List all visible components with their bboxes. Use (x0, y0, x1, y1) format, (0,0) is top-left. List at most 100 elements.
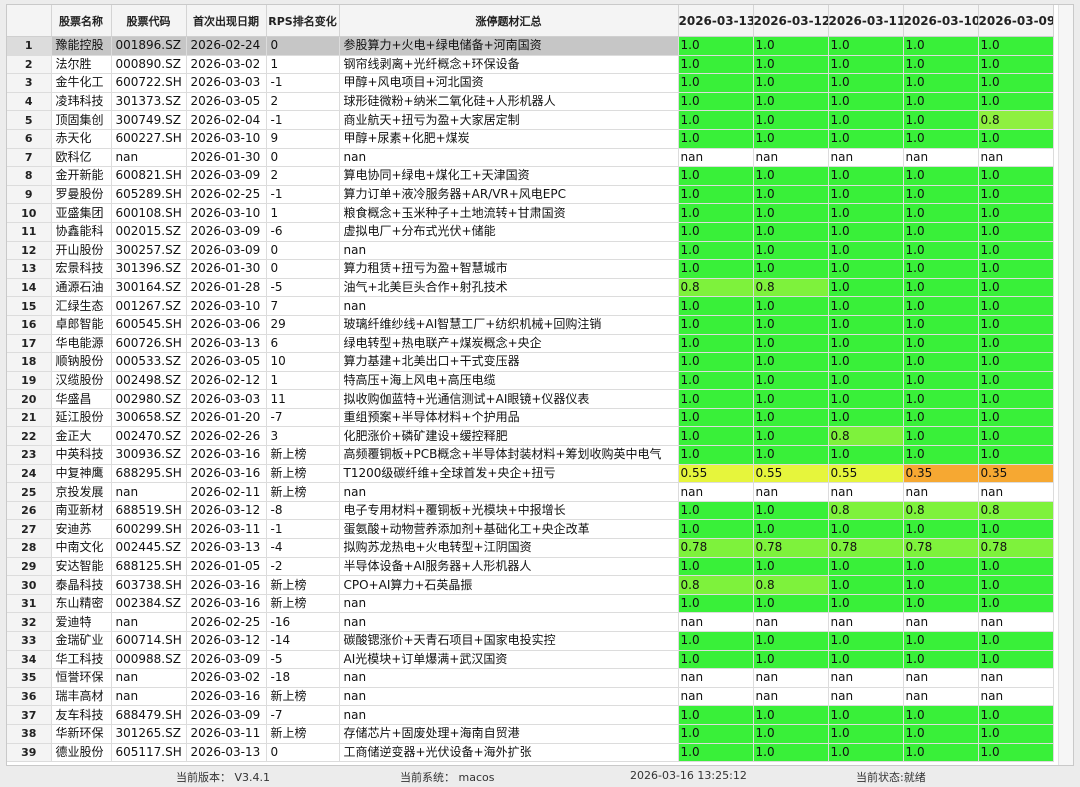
score-cell[interactable]: 1.0 (903, 315, 979, 335)
rps-change-cell[interactable]: -8 (266, 501, 340, 521)
stock-code-cell[interactable]: 600722.SH (111, 73, 187, 93)
score-cell[interactable]: 0.78 (678, 538, 754, 558)
score-cell[interactable]: 1.0 (978, 557, 1054, 577)
stock-name-cell[interactable]: 德业股份 (51, 743, 112, 763)
theme-cell[interactable]: 半导体设备+AI服务器+人形机器人 (339, 557, 679, 577)
stock-code-cell[interactable]: 300164.SZ (111, 278, 187, 298)
score-cell[interactable]: nan (903, 687, 979, 707)
theme-cell[interactable]: 存储芯片+固废处理+海南自贸港 (339, 724, 679, 744)
first-date-cell[interactable]: 2026-02-24 (186, 36, 267, 56)
first-date-cell[interactable]: 2026-03-10 (186, 296, 267, 316)
score-cell[interactable]: 1.0 (678, 129, 754, 149)
theme-cell[interactable]: 工商储逆变器+光伏设备+海外扩张 (339, 743, 679, 763)
score-cell[interactable]: nan (978, 148, 1054, 168)
rps-change-cell[interactable]: 10 (266, 352, 340, 372)
score-cell[interactable]: 1.0 (978, 334, 1054, 354)
rps-change-cell[interactable]: 新上榜 (266, 445, 340, 465)
column-header[interactable]: 股票代码 (111, 5, 187, 37)
stock-name-cell[interactable]: 华电能源 (51, 334, 112, 354)
score-cell[interactable]: 1.0 (978, 129, 1054, 149)
stock-code-cell[interactable]: 600227.SH (111, 129, 187, 149)
rps-change-cell[interactable]: 3 (266, 426, 340, 447)
rps-change-cell[interactable]: -7 (266, 408, 340, 428)
theme-cell[interactable]: nan (339, 687, 679, 707)
score-cell[interactable]: 1.0 (903, 352, 979, 372)
score-cell[interactable]: 0.8 (753, 575, 829, 595)
stock-name-cell[interactable]: 中复神鹰 (51, 464, 112, 484)
first-date-cell[interactable]: 2026-03-03 (186, 389, 267, 409)
rps-change-cell[interactable]: 1 (266, 203, 340, 223)
score-cell[interactable]: 1.0 (678, 408, 754, 428)
table-row[interactable]: 8 金开新能 600821.SH 2026-03-09 2 算电协同+绿电+煤化工+天津国… (7, 166, 1054, 186)
stock-name-cell[interactable]: 汇绿生态 (51, 296, 112, 316)
stock-name-cell[interactable]: 华工科技 (51, 650, 112, 670)
score-cell[interactable]: 1.0 (978, 519, 1054, 540)
stock-name-cell[interactable]: 开山股份 (51, 241, 112, 261)
score-cell[interactable]: 1.0 (903, 278, 979, 298)
table-row[interactable]: 38 华新环保 301265.SZ 2026-03-11 新上榜 存储芯片+固废处理+海南… (7, 724, 1054, 744)
theme-cell[interactable]: 绿电转型+热电联产+煤炭概念+央企 (339, 334, 679, 354)
score-cell[interactable]: 1.0 (828, 743, 904, 763)
first-date-cell[interactable]: 2026-02-12 (186, 371, 267, 391)
theme-cell[interactable]: nan (339, 148, 679, 168)
first-date-cell[interactable]: 2026-01-30 (186, 259, 267, 279)
table-row[interactable]: 22 金正大 002470.SZ 2026-02-26 3 化肥涨价+磷矿建设+缓控释肥 1… (7, 426, 1054, 447)
score-cell[interactable]: 1.0 (978, 92, 1054, 112)
score-cell[interactable]: 1.0 (903, 724, 979, 744)
score-cell[interactable]: nan (753, 612, 829, 632)
first-date-cell[interactable]: 2026-03-12 (186, 631, 267, 651)
theme-cell[interactable]: 甲醇+尿素+化肥+煤炭 (339, 129, 679, 149)
score-cell[interactable]: nan (753, 687, 829, 707)
score-cell[interactable]: 1.0 (753, 519, 829, 540)
rps-change-cell[interactable]: -1 (266, 519, 340, 540)
row-index[interactable]: 1 (7, 36, 52, 56)
score-cell[interactable]: 1.0 (828, 575, 904, 595)
score-cell[interactable]: 1.0 (978, 743, 1054, 763)
table-row[interactable]: 3 金牛化工 600722.SH 2026-03-03 -1 甲醇+风电项目+河北国资 1.… (7, 73, 1054, 93)
theme-cell[interactable]: 拟购苏龙热电+火电转型+江阴国资 (339, 538, 679, 558)
table-row[interactable]: 25 京投发展 nan 2026-02-11 新上榜 nan nan nan nan nan nan (7, 482, 1054, 502)
score-cell[interactable]: 0.78 (978, 538, 1054, 558)
score-cell[interactable]: 1.0 (828, 73, 904, 93)
theme-cell[interactable]: 球形硅微粉+纳米二氧化硅+人形机器人 (339, 92, 679, 112)
score-cell[interactable]: 1.0 (828, 594, 904, 614)
score-cell[interactable]: 1.0 (903, 705, 979, 725)
stock-code-cell[interactable]: 301265.SZ (111, 724, 187, 744)
stock-name-cell[interactable]: 安达智能 (51, 557, 112, 577)
score-cell[interactable]: 1.0 (753, 296, 829, 316)
stock-code-cell[interactable]: 002384.SZ (111, 594, 187, 614)
score-cell[interactable]: 0.8 (828, 501, 904, 521)
theme-cell[interactable]: nan (339, 612, 679, 632)
row-index[interactable]: 10 (7, 203, 52, 223)
row-index[interactable]: 31 (7, 594, 52, 614)
stock-code-cell[interactable]: 605289.SH (111, 185, 187, 205)
table-row[interactable]: 26 南亚新材 688519.SH 2026-03-12 -8 电子专用材料+覆铜板+光模… (7, 501, 1054, 521)
stock-code-cell[interactable]: 002015.SZ (111, 222, 187, 242)
stock-name-cell[interactable]: 华盛昌 (51, 389, 112, 409)
theme-cell[interactable]: nan (339, 594, 679, 614)
table-row[interactable]: 32 爱迪特 nan 2026-02-25 -16 nan nan nan nan nan nan (7, 612, 1054, 632)
score-cell[interactable]: 1.0 (678, 241, 754, 261)
stock-name-cell[interactable]: 南亚新材 (51, 501, 112, 521)
score-cell[interactable]: 0.55 (753, 464, 829, 484)
theme-cell[interactable]: T1200级碳纤维+全球首发+央企+扭亏 (339, 464, 679, 484)
theme-cell[interactable]: 化肥涨价+磷矿建设+缓控释肥 (339, 426, 679, 447)
theme-cell[interactable]: 参股算力+火电+绿电储备+河南国资 (339, 36, 679, 56)
theme-cell[interactable]: 碳酸锶涨价+天青石项目+国家电投实控 (339, 631, 679, 651)
score-cell[interactable]: 1.0 (828, 724, 904, 744)
row-index[interactable]: 30 (7, 575, 52, 595)
score-cell[interactable]: 1.0 (903, 575, 979, 595)
rps-change-cell[interactable]: 新上榜 (266, 464, 340, 484)
row-index[interactable]: 32 (7, 612, 52, 632)
first-date-cell[interactable]: 2026-03-13 (186, 334, 267, 354)
score-cell[interactable]: 0.8 (678, 278, 754, 298)
score-cell[interactable]: 1.0 (678, 445, 754, 465)
stock-code-cell[interactable]: nan (111, 148, 187, 168)
stock-name-cell[interactable]: 华新环保 (51, 724, 112, 744)
column-header[interactable]: 涨停题材汇总 (339, 5, 679, 37)
theme-cell[interactable]: 甲醇+风电项目+河北国资 (339, 73, 679, 93)
rps-change-cell[interactable]: 新上榜 (266, 575, 340, 595)
score-cell[interactable]: 1.0 (828, 92, 904, 112)
table-row[interactable]: 31 东山精密 002384.SZ 2026-03-16 新上榜 nan 1.0 1.0 1.0… (7, 594, 1054, 614)
theme-cell[interactable]: 算力租赁+扭亏为盈+智慧城市 (339, 259, 679, 279)
